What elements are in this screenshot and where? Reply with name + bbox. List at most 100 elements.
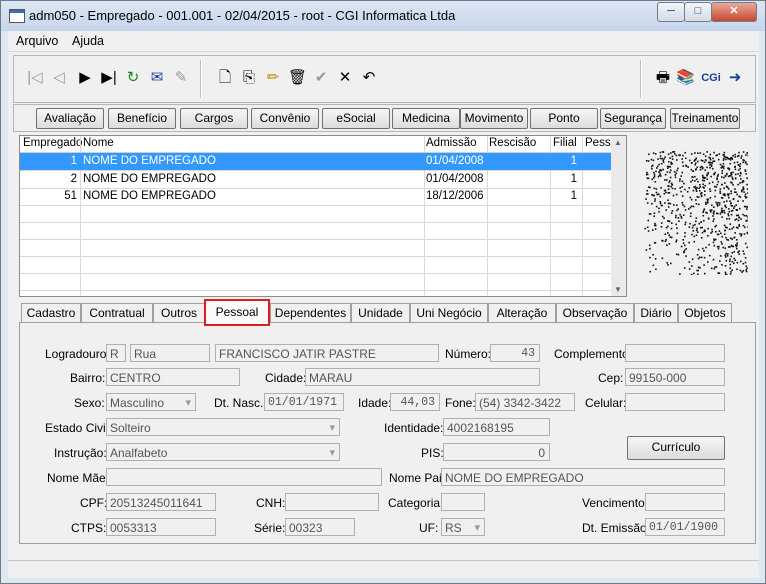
photo-noise-pixel — [689, 222, 691, 225]
logradouro-desc-field[interactable]: Rua — [130, 344, 210, 362]
nomemae-field[interactable] — [106, 468, 382, 486]
confirm-icon[interactable]: ✔ — [312, 69, 330, 87]
dtnasc-field[interactable]: 01/01/1971 — [264, 393, 344, 411]
photo-noise-pixel — [734, 173, 737, 176]
tab-dependentes[interactable]: Dependentes — [270, 303, 351, 322]
cargos-button[interactable]: Cargos — [180, 108, 248, 129]
serie-field[interactable]: 00323 — [285, 518, 355, 536]
ponto-button[interactable]: Ponto — [530, 108, 598, 129]
delete-icon[interactable]: 🗑 — [288, 69, 307, 87]
cep-field[interactable]: 99150-000 — [625, 368, 725, 386]
minimize-button[interactable]: ─ — [657, 2, 685, 22]
celular-field[interactable] — [625, 393, 725, 411]
tab-contratual[interactable]: Contratual — [81, 303, 153, 322]
bairro-field[interactable]: CENTRO — [106, 368, 240, 386]
curriculo-button[interactable]: Currículo — [627, 436, 725, 460]
fone-field[interactable]: (54) 3342-3422 — [475, 393, 575, 411]
exit-icon[interactable]: ➜ — [726, 69, 744, 87]
photo-noise-pixel — [661, 257, 664, 260]
complemento-field[interactable] — [625, 344, 725, 362]
scroll-down-icon[interactable]: ▼ — [614, 285, 622, 294]
scroll-up-icon[interactable]: ▲ — [614, 138, 622, 147]
undo-icon[interactable]: ↶ — [360, 69, 378, 87]
tab-uni-negocio[interactable]: Uni Negócio — [410, 303, 488, 322]
menu-arquivo[interactable]: Arquivo — [16, 34, 58, 48]
send-icon[interactable]: ✉ — [148, 69, 166, 87]
tab-alteracao[interactable]: Alteração — [488, 303, 556, 322]
tab-unidade[interactable]: Unidade — [351, 303, 410, 322]
menu-ajuda[interactable]: Ajuda — [72, 34, 104, 48]
close-button[interactable]: ✕ — [711, 2, 757, 22]
pis-field[interactable]: 0 — [443, 443, 550, 461]
print-icon[interactable]: 🖶 — [654, 69, 672, 87]
cidade-field[interactable]: MARAU — [305, 368, 540, 386]
treinamento-button[interactable]: Treinamento — [670, 108, 740, 129]
table-row[interactable] — [20, 205, 623, 223]
tab-diario[interactable]: Diário — [634, 303, 678, 322]
table-row[interactable]: 51 NOME DO EMPREGADO 18/12/2006 1 3 — [20, 188, 623, 206]
table-row[interactable]: 1 NOME DO EMPREGADO 01/04/2008 1 1 — [20, 153, 623, 171]
prev-record-icon[interactable]: ◁ — [50, 69, 68, 87]
uf-select[interactable]: RS — [441, 518, 485, 536]
last-record-icon[interactable]: ▶| — [100, 69, 118, 87]
sexo-select[interactable]: Masculino — [106, 393, 196, 411]
photo-noise-pixel — [696, 187, 698, 189]
categoria-field[interactable] — [441, 493, 485, 511]
table-row[interactable] — [20, 256, 623, 274]
instrucao-select[interactable]: Analfabeto — [106, 443, 340, 461]
cpf-field[interactable]: 20513245011641 — [106, 493, 216, 511]
photo-noise-pixel — [736, 268, 738, 271]
beneficio-button[interactable]: Benefício — [108, 108, 176, 129]
copy-icon[interactable]: ⎘ — [240, 69, 258, 87]
cnh-field[interactable] — [285, 493, 379, 511]
idade-field[interactable]: 44,03 — [390, 393, 440, 411]
photo-noise-pixel — [645, 249, 648, 251]
estadocivil-select[interactable]: Solteiro — [106, 418, 340, 436]
erase-icon[interactable]: ✎ — [172, 69, 190, 87]
seguranca-button[interactable]: Segurança — [600, 108, 666, 129]
cancel-icon[interactable]: ✕ — [336, 69, 354, 87]
photo-noise-pixel — [740, 157, 742, 159]
photo-noise-pixel — [737, 214, 740, 217]
medicina-button[interactable]: Medicina — [392, 108, 460, 129]
dtemissao-field[interactable]: 01/01/1900 — [645, 518, 725, 536]
next-record-icon[interactable]: ▶ — [76, 69, 94, 87]
tab-outros[interactable]: Outros — [153, 303, 205, 322]
maximize-button[interactable]: □ — [684, 2, 712, 22]
tab-observacao[interactable]: Observação — [556, 303, 634, 322]
column-header-empregado[interactable]: Empregado — [23, 136, 82, 152]
new-icon[interactable]: 🗋 — [216, 69, 234, 87]
esocial-button[interactable]: eSocial — [322, 108, 390, 129]
books-icon[interactable]: 📚 — [676, 69, 695, 87]
refresh-icon[interactable]: ↻ — [124, 69, 142, 87]
convenio-button[interactable]: Convênio — [251, 108, 319, 129]
photo-noise-pixel — [744, 195, 746, 198]
edit-icon[interactable]: ✏ — [264, 69, 282, 87]
identidade-field[interactable]: 4002168195 — [443, 418, 550, 436]
table-row[interactable] — [20, 222, 623, 240]
photo-noise-pixel — [709, 164, 711, 166]
logradouro-nome-field[interactable]: FRANCISCO JATIR PASTRE — [215, 344, 439, 362]
first-record-icon[interactable]: |◁ — [26, 69, 44, 87]
numero-field[interactable]: 43 — [490, 344, 540, 362]
employee-grid[interactable]: Empregado Nome Admissão Rescisão Filial … — [19, 135, 624, 297]
logradouro-tipo-field[interactable]: R — [106, 344, 126, 362]
table-row[interactable]: 2 NOME DO EMPREGADO 01/04/2008 1 2 — [20, 171, 623, 189]
cgi-icon[interactable]: CGi — [700, 69, 722, 87]
column-header-nome[interactable]: Nome — [83, 136, 114, 152]
avaliacao-button[interactable]: Avaliação — [36, 108, 104, 129]
table-row[interactable] — [20, 239, 623, 257]
table-row[interactable] — [20, 273, 623, 291]
column-header-filial[interactable]: Filial — [553, 136, 577, 152]
nomepai-field[interactable]: NOME DO EMPREGADO — [441, 468, 725, 486]
vencimento-field[interactable] — [645, 493, 725, 511]
tab-objetos[interactable]: Objetos — [678, 303, 732, 322]
dtemissao-label: Dt. Emissão: — [582, 521, 651, 535]
movimento-button[interactable]: Movimento — [460, 108, 528, 129]
grid-vertical-scrollbar[interactable]: ▲ ▼ — [611, 135, 627, 297]
column-header-rescisao[interactable]: Rescisão — [489, 136, 536, 152]
tab-pessoal[interactable]: Pessoal — [204, 299, 270, 326]
ctps-field[interactable]: 0053313 — [106, 518, 216, 536]
tab-cadastro[interactable]: Cadastro — [21, 303, 81, 322]
column-header-admissao[interactable]: Admissão — [426, 136, 477, 152]
